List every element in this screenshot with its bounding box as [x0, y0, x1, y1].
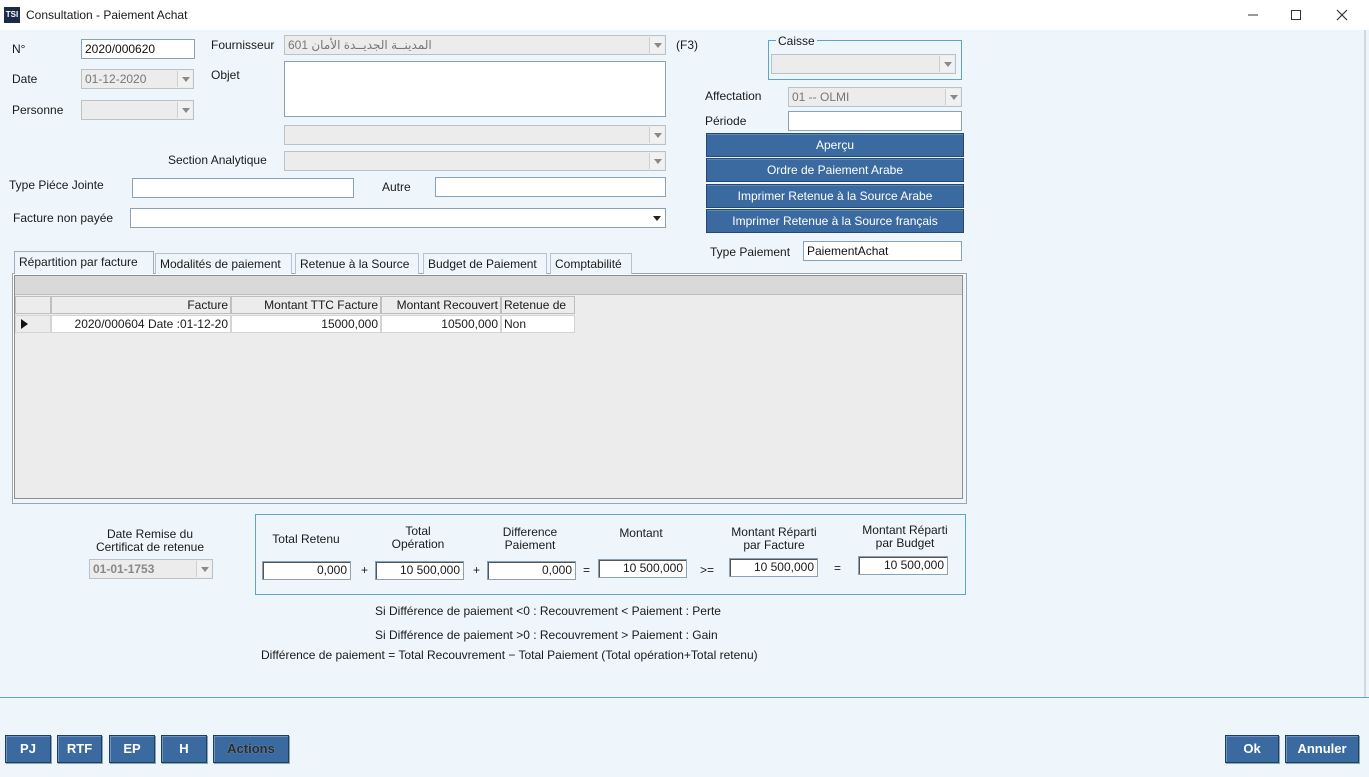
- note-gain: Si Différence de paiement >0 : Recouvrem…: [375, 628, 718, 642]
- chevron-down-icon: [649, 153, 664, 169]
- close-icon[interactable]: [1319, 0, 1365, 30]
- fournisseur-dropdown[interactable]: 601 المدينــة الجديــدة الأمان: [284, 35, 666, 55]
- column-header-montant-recouvert[interactable]: Montant Recouvert: [381, 296, 501, 314]
- column-header-montant-ttc[interactable]: Montant TTC Facture: [231, 296, 381, 314]
- extra-dropdown[interactable]: [284, 125, 666, 145]
- chevron-down-icon: [649, 210, 664, 226]
- ep-button[interactable]: EP: [109, 735, 155, 763]
- objet-textarea[interactable]: [284, 61, 666, 117]
- rtf-button[interactable]: RTF: [57, 735, 102, 763]
- type-piece-label: Type Piéce Jointe: [9, 178, 104, 192]
- note-formula: Différence de paiement = Total Recouvrem…: [261, 648, 758, 662]
- date-picker[interactable]: 01-12-2020: [81, 69, 194, 89]
- plus-operator: +: [361, 563, 369, 577]
- section-analytique-dropdown[interactable]: [284, 151, 666, 171]
- bottom-strip: [0, 770, 1369, 777]
- montant-reparti-facture-field[interactable]: 10 500,000: [729, 558, 818, 577]
- affectation-value: 01 -- OLMI: [792, 90, 850, 104]
- numero-label: N°: [12, 42, 26, 56]
- certificat-date-value: 01-01-1753: [93, 562, 155, 576]
- caisse-dropdown[interactable]: [771, 54, 956, 74]
- total-retenu-field[interactable]: 0,000: [262, 561, 351, 580]
- imprimer-retenue-arabe-button[interactable]: Imprimer Retenue à la Source Arabe: [706, 184, 964, 208]
- personne-label: Personne: [12, 103, 64, 117]
- autre-input[interactable]: [435, 177, 666, 197]
- date-value: 01-12-2020: [85, 72, 147, 86]
- chevron-down-icon: [649, 37, 664, 53]
- montant-reparti-budget-field[interactable]: 10 500,000: [858, 556, 948, 575]
- cell-facture[interactable]: 2020/000604 Date :01-12-20: [51, 315, 231, 333]
- chevron-down-icon: [939, 56, 954, 72]
- chevron-down-icon: [177, 71, 192, 87]
- reparti-facture-label-line2: par Facture: [743, 538, 805, 552]
- reparti-budget-label-line2: par Budget: [875, 536, 935, 550]
- window-title: Consultation - Paiement Achat: [26, 8, 188, 22]
- type-paiement-label: Type Paiement: [710, 245, 791, 259]
- montant-label: Montant: [619, 526, 663, 540]
- greater-equal-operator: >=: [700, 563, 715, 577]
- fournisseur-label: Fournisseur: [211, 38, 275, 52]
- column-header-retenue[interactable]: Retenue de: [501, 296, 575, 314]
- montant-field[interactable]: 10 500,000: [598, 559, 687, 578]
- pj-button[interactable]: PJ: [5, 735, 51, 763]
- column-header-facture[interactable]: Facture: [51, 296, 231, 314]
- tab-modalites-de-paiement[interactable]: Modalités de paiement: [155, 253, 292, 274]
- caisse-label: Caisse: [776, 34, 817, 48]
- chevron-down-icon: [649, 127, 664, 143]
- ok-button[interactable]: Ok: [1225, 735, 1279, 763]
- personne-dropdown[interactable]: [81, 100, 194, 120]
- fournisseur-value: 601 المدينــة الجديــدة الأمان: [288, 38, 432, 52]
- tab-budget-de-paiement[interactable]: Budget de Paiement: [423, 253, 547, 274]
- affectation-dropdown[interactable]: 01 -- OLMI: [788, 87, 962, 107]
- autre-label: Autre: [382, 180, 411, 194]
- chevron-down-icon: [196, 561, 211, 577]
- grid-row-header-corner: [15, 296, 51, 314]
- type-paiement-field[interactable]: PaiementAchat: [803, 241, 962, 261]
- cell-montant-recouvert[interactable]: 10500,000: [381, 315, 501, 333]
- periode-input[interactable]: [788, 111, 962, 131]
- apercu-button[interactable]: Aperçu: [706, 133, 964, 157]
- plus-operator-2: +: [473, 563, 481, 577]
- difference-label-line2: Paiement: [504, 538, 556, 552]
- numero-field[interactable]: 2020/000620: [81, 39, 195, 59]
- total-retenu-label: Total Retenu: [272, 532, 340, 546]
- total-operation-field[interactable]: 10 500,000: [375, 561, 464, 580]
- section-analytique-label: Section Analytique: [168, 153, 267, 167]
- fournisseur-shortcut-hint: (F3): [676, 38, 698, 52]
- facture-non-payee-label: Facture non payée: [13, 211, 114, 225]
- imprimer-retenue-francais-button[interactable]: Imprimer Retenue à la Source français: [706, 209, 964, 233]
- affectation-label: Affectation: [705, 89, 762, 103]
- title-bar: [0, 0, 1369, 30]
- note-perte: Si Différence de paiement <0 : Recouvrem…: [375, 604, 721, 618]
- certificat-date-picker[interactable]: 01-01-1753: [89, 559, 213, 579]
- periode-label: Période: [705, 114, 747, 128]
- equals-operator-2: =: [834, 561, 842, 575]
- chevron-down-icon: [945, 89, 960, 105]
- total-operation-label-line2: Opération: [391, 537, 445, 551]
- objet-label: Objet: [211, 68, 240, 82]
- equals-operator: =: [583, 563, 591, 577]
- facture-non-payee-dropdown[interactable]: [130, 208, 666, 228]
- difference-paiement-field[interactable]: 0,000: [487, 561, 576, 580]
- cell-montant-ttc[interactable]: 15000,000: [231, 315, 381, 333]
- tab-comptabilite[interactable]: Comptabilité: [550, 253, 632, 274]
- date-label: Date: [12, 72, 38, 86]
- certificat-date-label-line2: Certificat de retenue: [95, 540, 205, 554]
- type-piece-input[interactable]: [132, 178, 354, 198]
- annuler-button[interactable]: Annuler: [1285, 735, 1359, 763]
- app-logo-icon: TSI: [4, 7, 20, 23]
- h-button[interactable]: H: [161, 735, 207, 763]
- row-selector-icon[interactable]: [15, 315, 51, 333]
- tab-retenue-a-la-source[interactable]: Retenue à la Source: [295, 253, 419, 274]
- actions-button[interactable]: Actions: [213, 735, 289, 763]
- footer-separator: [0, 697, 1369, 698]
- chevron-down-icon: [177, 102, 192, 118]
- maximize-icon[interactable]: [1273, 0, 1319, 30]
- tab-repartition-par-facture[interactable]: Répartition par facture: [14, 251, 154, 274]
- ordre-paiement-arabe-button[interactable]: Ordre de Paiement Arabe: [706, 158, 964, 182]
- cell-retenue[interactable]: Non: [501, 315, 575, 333]
- grid-group-band: [15, 276, 962, 295]
- window-border: [1364, 30, 1366, 698]
- minimize-icon[interactable]: [1230, 0, 1276, 30]
